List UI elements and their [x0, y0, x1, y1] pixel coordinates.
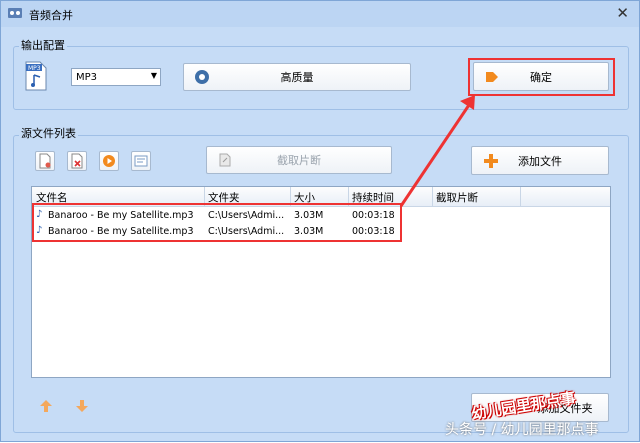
annotation-arrow: [399, 95, 475, 207]
watermark-caption: 头条号 / 幼儿园里那点事: [445, 422, 599, 438]
move-up-icon[interactable]: [39, 399, 53, 413]
audio-merge-window: 音频合并 ✕ 输出配置 MP3 MP3 ▼ 高质量 确定 源文件列表 截取片断 …: [0, 0, 640, 442]
move-down-icon[interactable]: [75, 399, 89, 413]
